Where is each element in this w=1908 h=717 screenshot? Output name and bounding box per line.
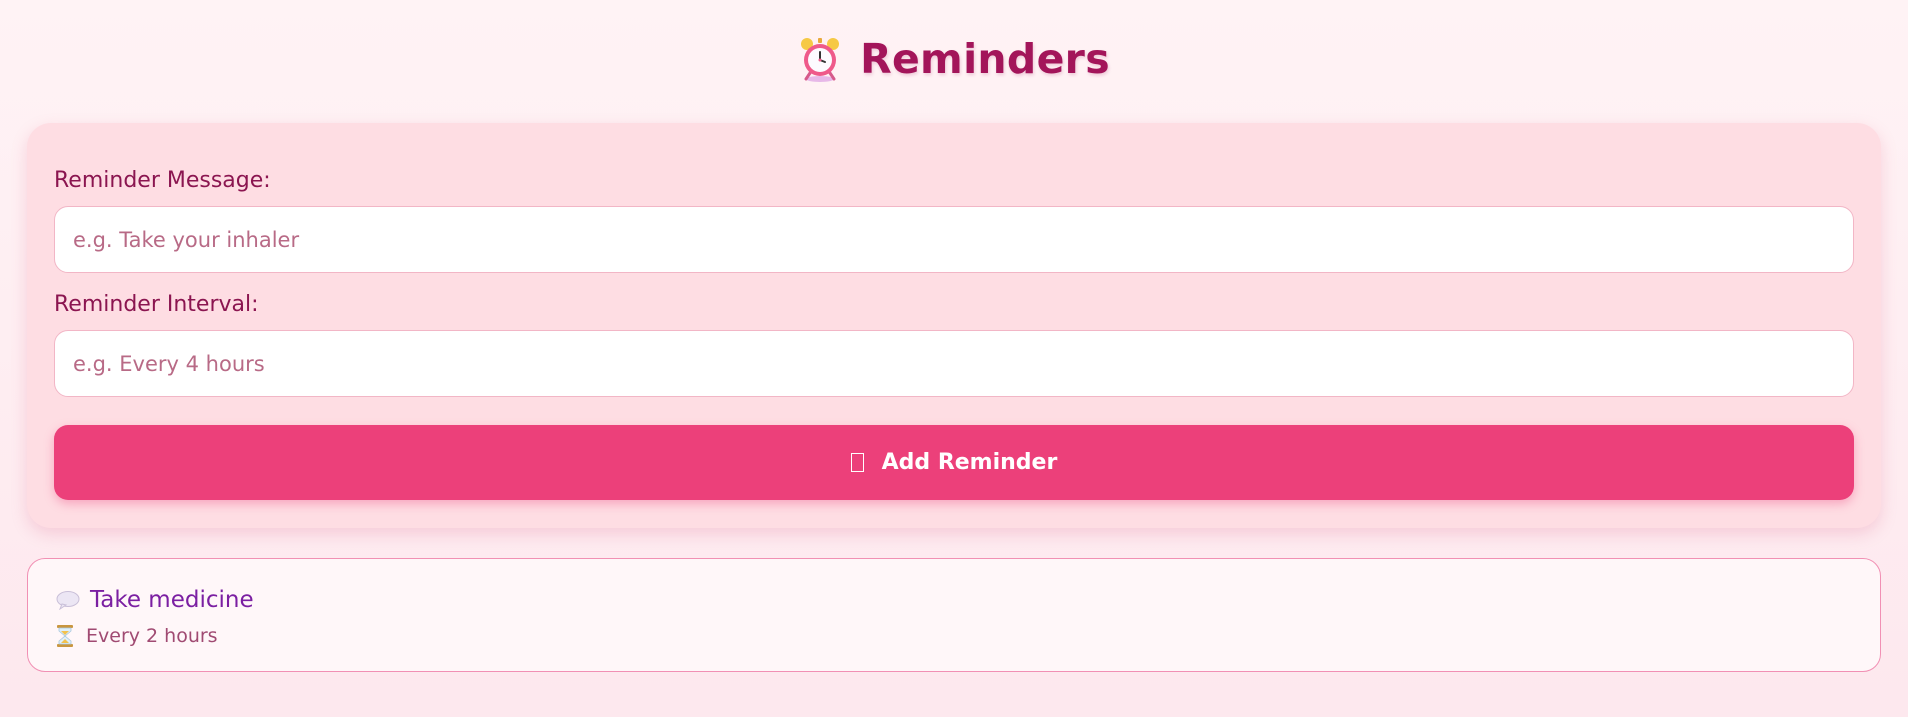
plus-icon bbox=[850, 453, 864, 472]
reminder-message-row: Take medicine bbox=[56, 587, 254, 613]
hourglass-icon bbox=[56, 625, 74, 647]
speech-bubble-icon bbox=[56, 590, 80, 611]
add-reminder-label: Add Reminder bbox=[881, 450, 1058, 475]
page-header: Reminders bbox=[0, 28, 1908, 90]
reminder-interval-label: Reminder Interval: bbox=[54, 292, 259, 317]
reminder-interval: Every 2 hours bbox=[86, 625, 218, 647]
reminder-message-label: Reminder Message: bbox=[54, 168, 271, 193]
reminder-interval-row: Every 2 hours bbox=[56, 625, 218, 647]
reminder-form-card: Reminder Message: Reminder Interval: Add… bbox=[27, 123, 1881, 528]
alarm-clock-icon bbox=[798, 35, 842, 83]
reminder-message: Take medicine bbox=[90, 587, 254, 613]
reminder-message-input[interactable] bbox=[54, 206, 1854, 273]
page-title: Reminders bbox=[860, 35, 1110, 83]
reminder-interval-input[interactable] bbox=[54, 330, 1854, 397]
reminder-list-item: Take medicine Every 2 hours bbox=[27, 558, 1881, 672]
add-reminder-button[interactable]: Add Reminder bbox=[54, 425, 1854, 500]
